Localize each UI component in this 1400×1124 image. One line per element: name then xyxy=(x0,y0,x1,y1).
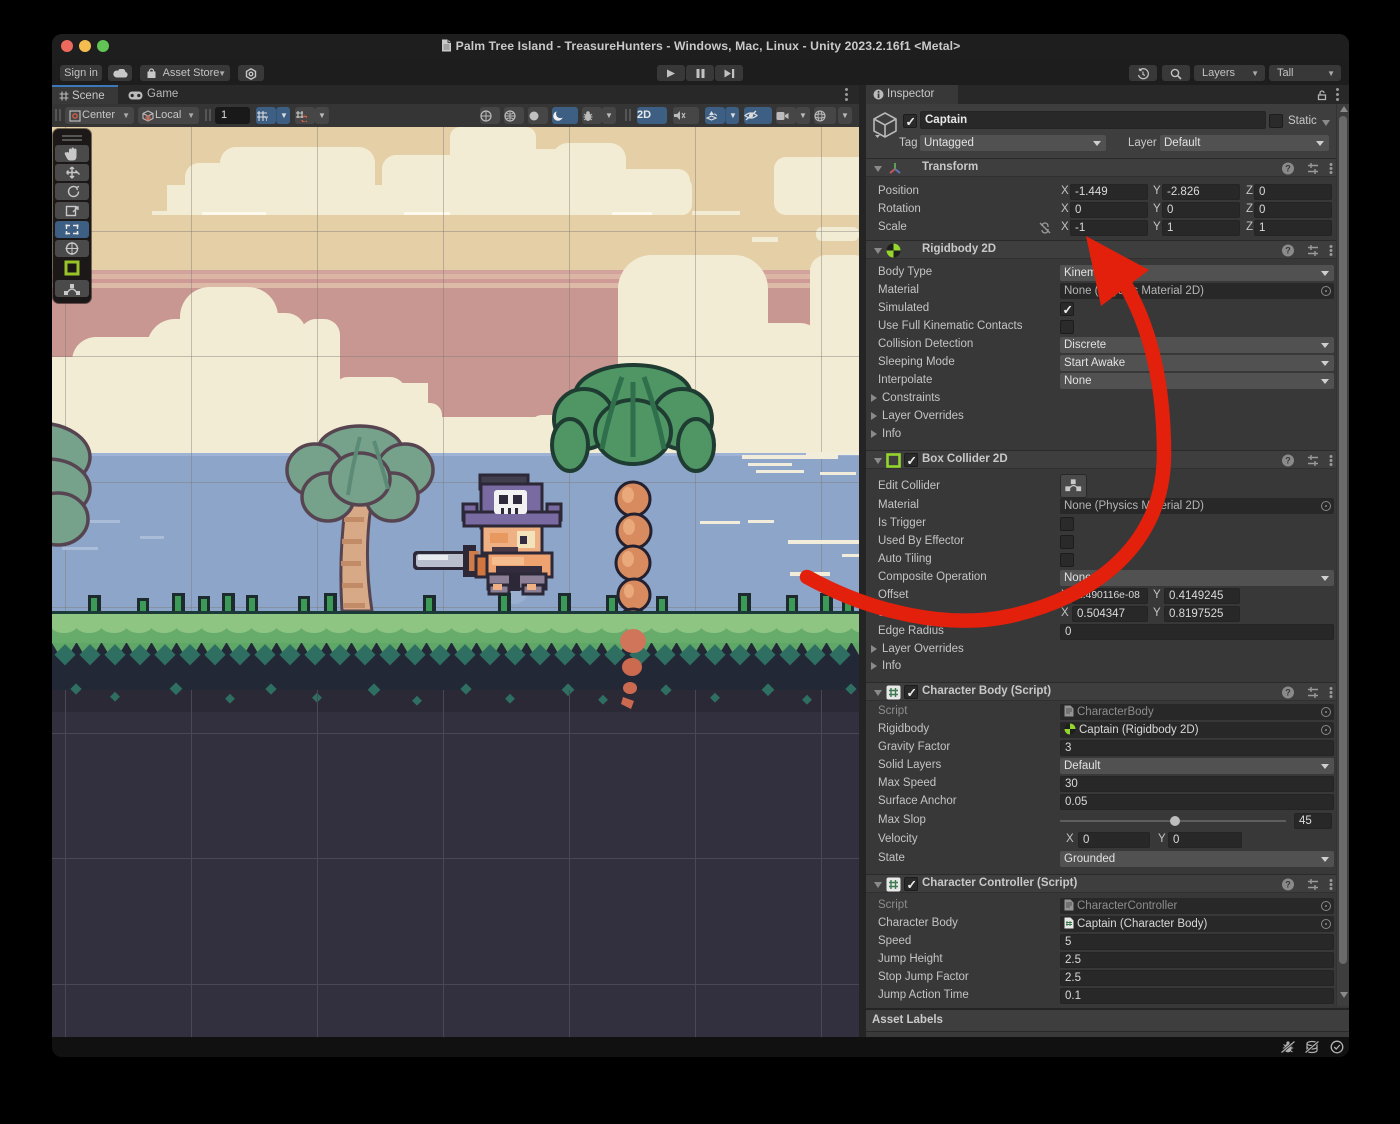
svg-text:?: ? xyxy=(1285,164,1291,174)
svg-text:?: ? xyxy=(1285,456,1291,466)
svg-text:Y: Y xyxy=(264,116,268,122)
svg-text:?: ? xyxy=(1285,880,1291,890)
svg-text:?: ? xyxy=(1285,688,1291,698)
svg-text:?: ? xyxy=(1285,246,1291,256)
